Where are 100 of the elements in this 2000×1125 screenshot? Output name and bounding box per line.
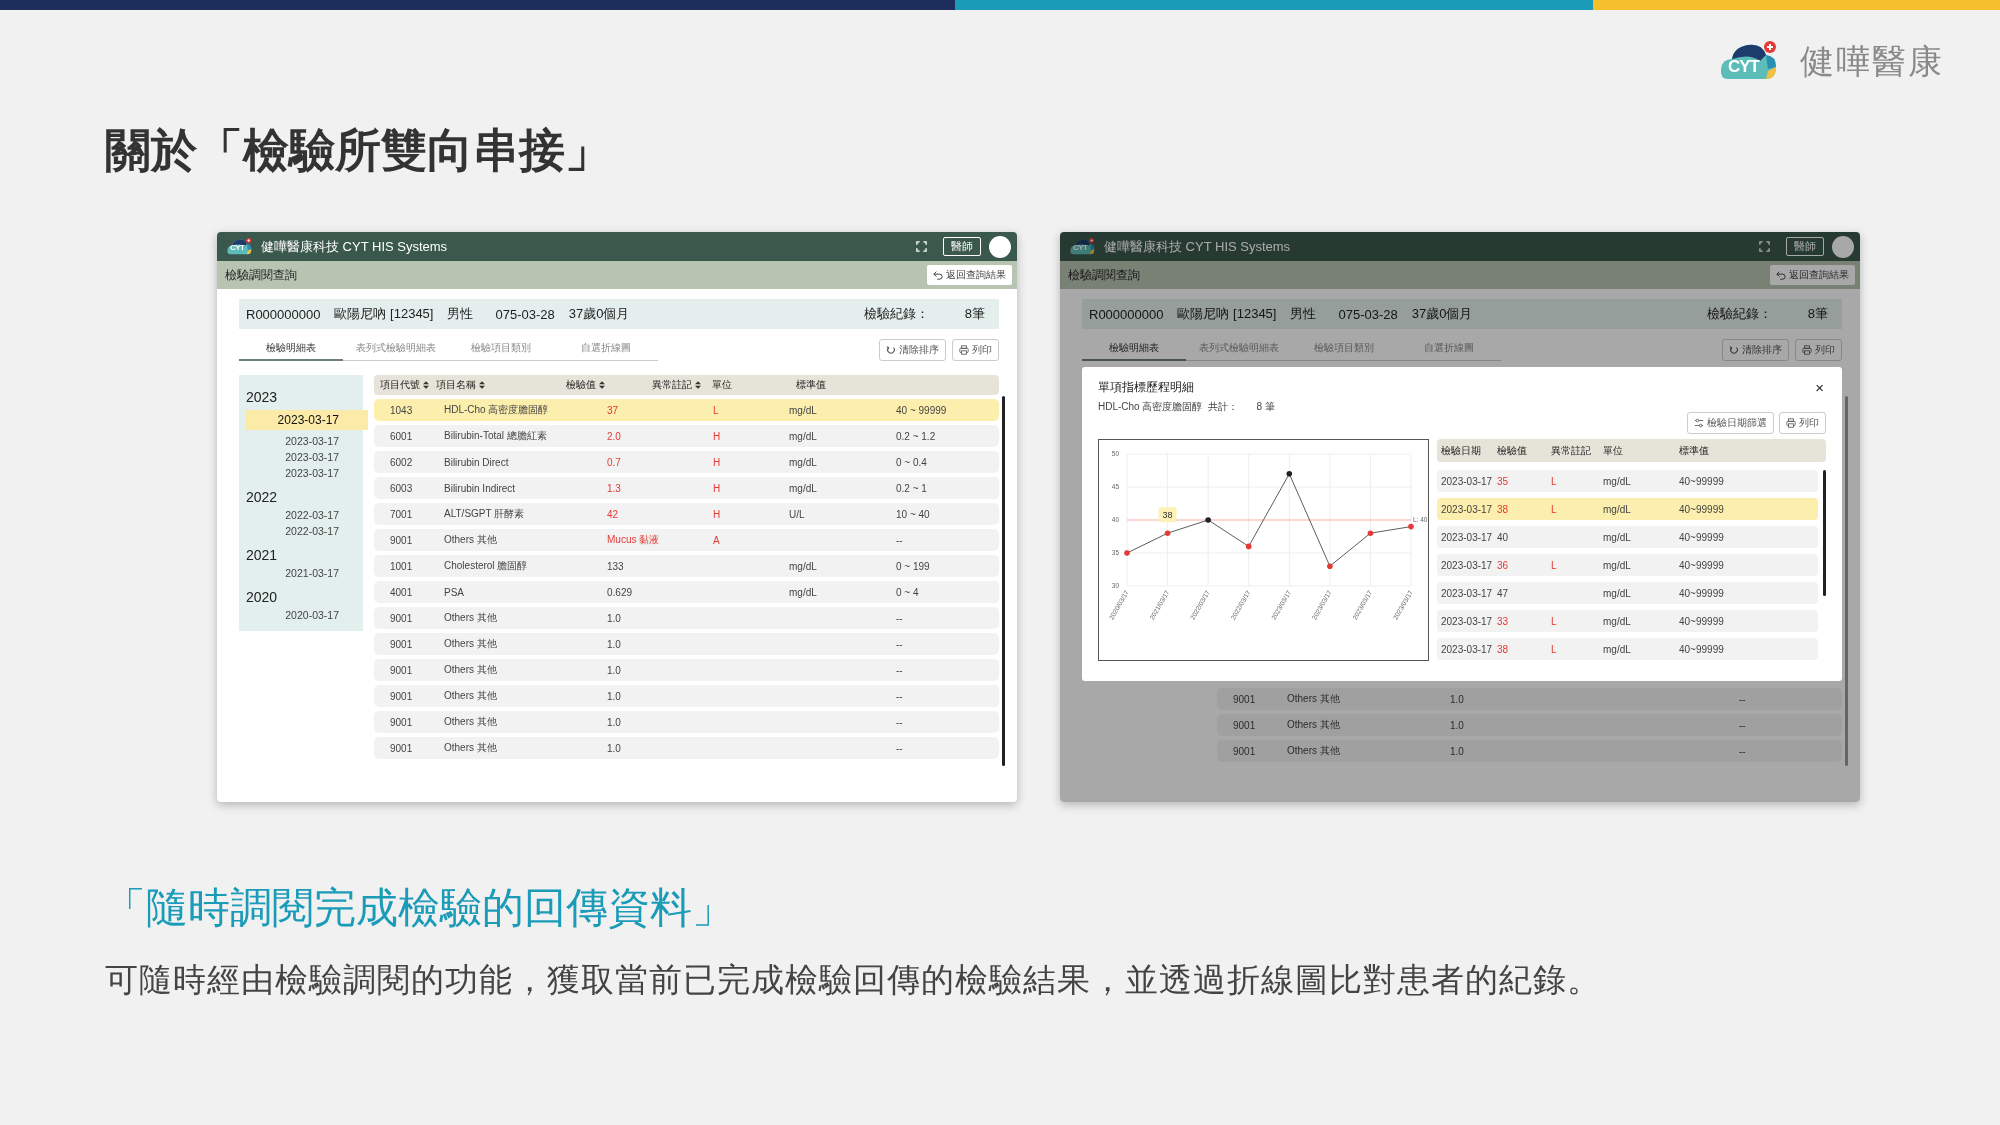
table-row[interactable]: 1001 Cholesterol 膽固醇 133 mg/dL 0 ~ 199 <box>374 555 999 577</box>
table-cell-text: -- <box>896 612 904 624</box>
table-row[interactable]: 9001 Others 其他 1.0 -- <box>374 633 999 655</box>
table-cell-text: 4001 <box>389 586 414 598</box>
table-row[interactable]: 9001 Others 其他 Mucus 黏液 A -- <box>374 529 999 551</box>
sort-icon[interactable] <box>423 381 429 389</box>
table-cell-text: -- <box>896 638 904 650</box>
birth-date: 075-03-28 <box>495 306 555 322</box>
back-button[interactable]: 返回查詢結果 <box>927 265 1012 285</box>
back-button[interactable]: 返回查詢結果 <box>1770 265 1855 285</box>
table-cell-text: mg/dL <box>789 404 818 416</box>
table-cell-text: Bilirubin-Total 總膽紅素 <box>444 429 548 443</box>
table-cell-text: 2023-03-17 <box>1441 615 1494 627</box>
table-cell-text: 40~99999 <box>1679 475 1725 487</box>
table-row[interactable]: 9001 Others 其他 1.0 -- <box>1217 714 1842 736</box>
table-row[interactable]: 2023-03-17 33 L mg/dL 40~99999 <box>1437 610 1818 632</box>
action-button[interactable]: 列印 <box>952 338 999 361</box>
table-row[interactable]: 9001 Others 其他 1.0 -- <box>1217 740 1842 762</box>
table-cell-text: -- <box>896 664 904 676</box>
column-header: 項目名稱 <box>436 378 476 392</box>
table-cell-text: 0.629 <box>607 586 634 598</box>
table-row[interactable]: 6003 Bilirubin Indirect 1.3 H mg/dL 0.2 ~ 1 <box>374 477 999 499</box>
date-item[interactable]: 2023-03-17 <box>246 410 368 430</box>
table-row[interactable]: 1043 HDL-Cho 高密度膽固醇 37 L mg/dL 40 ~ 99999 <box>374 399 999 421</box>
table-row[interactable]: 9001 Others 其他 1.0 -- <box>374 607 999 629</box>
table-cell-text: -- <box>896 742 904 754</box>
table-cell-text: 42 <box>607 508 620 520</box>
column-header: 檢驗值 <box>1497 443 1528 458</box>
table-cell-text: L <box>713 404 720 416</box>
column-header: 單位 <box>712 378 732 392</box>
date-item[interactable]: 2022-03-17 <box>245 523 363 539</box>
fullscreen-icon[interactable] <box>916 241 927 252</box>
table-cell-text: Bilirubin Direct <box>444 456 510 468</box>
scrollbar[interactable] <box>1002 396 1005 766</box>
patient-sex: 男性 <box>1290 305 1317 323</box>
table-row[interactable]: 9001 Others 其他 1.0 -- <box>1217 688 1842 710</box>
role-button[interactable]: 醫師 <box>1786 237 1824 256</box>
date-item[interactable]: 2023-03-17 <box>245 465 363 481</box>
table-row[interactable]: 6001 Bilirubin-Total 總膽紅素 2.0 H mg/dL 0.2 ~ 1.2 <box>374 425 999 447</box>
action-button[interactable]: 列印 <box>1779 412 1826 434</box>
table-row[interactable]: 9001 Others 其他 1.0 -- <box>374 685 999 707</box>
brand-name: 健嘩醫康 <box>1800 41 1944 82</box>
table-cell-text: Bilirubin Indirect <box>444 482 517 494</box>
table-row[interactable]: 2023-03-17 35 L mg/dL 40~99999 <box>1437 470 1818 492</box>
date-item[interactable]: 2021-03-17 <box>245 565 363 581</box>
table-cell-text: 9001 <box>389 716 414 728</box>
action-button[interactable]: 檢驗日期篩選 <box>1687 412 1774 434</box>
date-item[interactable]: 2023-03-17 <box>245 449 363 465</box>
action-button[interactable]: 列印 <box>1795 338 1842 361</box>
table-row[interactable]: 4001 PSA 0.629 mg/dL 0 ~ 4 <box>374 581 999 603</box>
records-label: 檢驗紀錄： <box>1706 305 1772 323</box>
table-cell-text: 2023-03-17 <box>1441 559 1494 571</box>
undo-icon <box>1776 270 1786 280</box>
table-row[interactable]: 9001 Others 其他 1.0 -- <box>374 711 999 733</box>
filter-icon <box>1694 418 1704 428</box>
date-item[interactable]: 2022-03-17 <box>245 507 363 523</box>
sort-icon[interactable] <box>695 381 701 389</box>
avatar[interactable] <box>989 235 1011 258</box>
close-button[interactable]: × <box>1813 379 1826 396</box>
total-label: 共計： <box>1208 400 1239 414</box>
table-cell-text: 2023-03-17 <box>1441 503 1494 515</box>
table-row[interactable]: 9001 Others 其他 1.0 -- <box>374 737 999 759</box>
data-point[interactable] <box>1205 517 1211 523</box>
tab[interactable]: 自選折線圖 <box>553 338 658 361</box>
table-row[interactable]: 2023-03-17 38 L mg/dL 40~99999 <box>1437 638 1818 660</box>
role-button[interactable]: 醫師 <box>943 237 981 256</box>
scrollbar[interactable] <box>1845 396 1848 766</box>
table-row[interactable]: 9001 Others 其他 1.0 -- <box>374 659 999 681</box>
table-cell-text: 9001 <box>389 534 414 546</box>
sort-icon[interactable] <box>599 381 605 389</box>
table-cell-text: -- <box>896 690 904 702</box>
table-row[interactable]: 6002 Bilirubin Direct 0.7 H mg/dL 0 ~ 0.4 <box>374 451 999 473</box>
avatar[interactable] <box>1832 235 1854 258</box>
table-row[interactable]: 2023-03-17 38 L mg/dL 40~99999 <box>1437 498 1818 520</box>
table-row[interactable]: 7001 ALT/SGPT 肝酵素 42 H U/L 10 ~ 40 <box>374 503 999 525</box>
table-row[interactable]: 2023-03-17 36 L mg/dL 40~99999 <box>1437 554 1818 576</box>
tab[interactable]: 檢驗項目類別 <box>448 338 553 361</box>
annotation: 38 <box>1162 510 1173 521</box>
action-button[interactable]: 清除排序 <box>879 338 946 361</box>
fullscreen-icon[interactable] <box>1759 241 1770 252</box>
action-button[interactable]: 清除排序 <box>1722 338 1789 361</box>
sort-icon[interactable] <box>479 381 485 389</box>
table-cell-text: Others 其他 <box>1287 744 1341 758</box>
tab[interactable]: 檢驗明細表 <box>239 338 343 361</box>
tab[interactable]: 檢驗明細表 <box>1082 338 1186 361</box>
table-cell-text: 1.0 <box>607 690 622 702</box>
date-item[interactable]: 2023-03-17 <box>245 433 363 449</box>
table-cell-text: 36 <box>1497 559 1510 571</box>
table-row[interactable]: 2023-03-17 47 mg/dL 40~99999 <box>1437 582 1818 604</box>
column-header: 檢驗值 <box>566 378 596 392</box>
table-cell-text: Others 其他 <box>444 611 498 625</box>
data-point[interactable] <box>1286 471 1293 477</box>
patient-id: R000000000 <box>246 306 321 322</box>
column-header: 異常註記 <box>1551 443 1592 458</box>
table-cell-text: 40~99999 <box>1679 587 1725 599</box>
column-header: 單位 <box>1603 443 1624 458</box>
tab[interactable]: 表列式檢驗明細表 <box>343 338 448 361</box>
date-item[interactable]: 2020-03-17 <box>245 607 363 623</box>
scrollbar[interactable] <box>1823 470 1826 596</box>
table-row[interactable]: 2023-03-17 40 mg/dL 40~99999 <box>1437 526 1818 548</box>
